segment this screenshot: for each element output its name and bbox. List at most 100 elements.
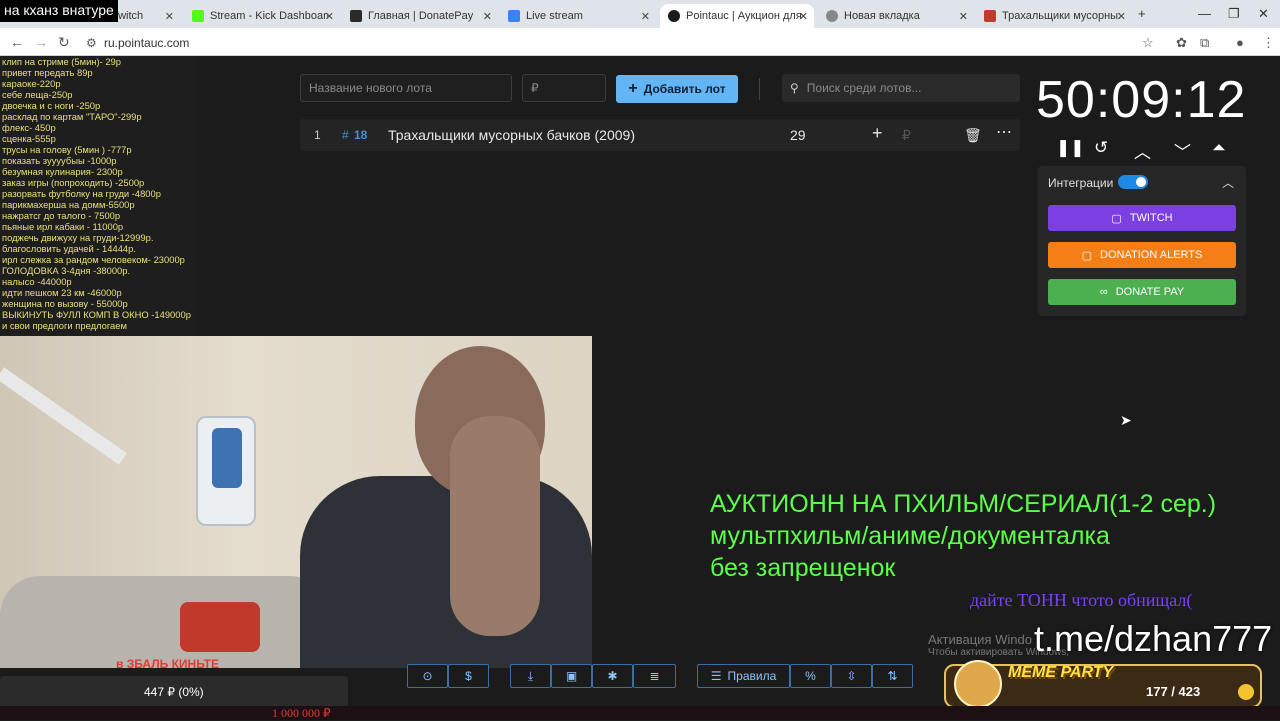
add-amount-icon[interactable]: + bbox=[872, 123, 883, 144]
double-add-time-icon[interactable]: ⏶ bbox=[1212, 138, 1226, 158]
forward-icon[interactable]: → bbox=[34, 34, 48, 50]
coin-icon bbox=[1238, 684, 1254, 700]
add-lot-button[interactable]: + Добавить лот bbox=[616, 75, 738, 103]
price-list-item: нажратсг до талого - 7500р bbox=[2, 210, 121, 221]
red-item bbox=[180, 602, 260, 652]
person-arm bbox=[450, 416, 540, 636]
collapse-icon[interactable]: ︿ bbox=[1222, 174, 1234, 191]
price-list-item: благословить удачей - 14444р. bbox=[2, 243, 136, 254]
search-placeholder: Поиск среди лотов... bbox=[806, 81, 922, 95]
price-list-item: заказ игры (попроходить) -2500р bbox=[2, 177, 145, 188]
save-icon: ▣ bbox=[565, 669, 578, 683]
integrations-toggle[interactable] bbox=[1118, 175, 1148, 189]
dollar-icon: $ bbox=[465, 669, 472, 683]
reload-icon[interactable]: ↻ bbox=[58, 34, 70, 51]
menu-kebab-icon[interactable]: ⋮ bbox=[1262, 35, 1275, 51]
address-bar: ← → ↻ ⚙ ru.pointauc.com ☆ ✿ ⧉ ● ⋮ bbox=[0, 28, 1280, 56]
close-tab-icon[interactable]: ✕ bbox=[1117, 10, 1126, 23]
lot-search-input[interactable]: ⚲ Поиск среди лотов... bbox=[782, 74, 1020, 102]
lot-name[interactable]: Трахальщики мусорных бачков (2009) bbox=[388, 127, 635, 143]
minimize-icon[interactable]: — bbox=[1198, 6, 1211, 21]
download-button[interactable]: ⤓ bbox=[510, 664, 551, 688]
lot-row[interactable]: 1 # 18 Трахальщики мусорных бачков (2009… bbox=[300, 119, 1020, 151]
new-tab-icon[interactable]: + bbox=[1138, 6, 1146, 21]
heater bbox=[196, 416, 256, 526]
add-time-icon[interactable]: ︿ bbox=[1134, 138, 1151, 163]
close-tab-icon[interactable]: ✕ bbox=[641, 10, 650, 23]
price-list-item: парикмахерша на домм-5500р bbox=[2, 199, 135, 210]
kick-icon bbox=[192, 10, 204, 22]
tab-label: Главная | DonatePay bbox=[368, 10, 474, 22]
price-list-item: ВЫКИНУТЬ ФУЛЛ КОМП В ОКНО -149000р bbox=[2, 309, 191, 320]
twitch-button[interactable]: ▢ TWITCH bbox=[1048, 205, 1236, 231]
tab-kick-dashboard[interactable]: Stream - Kick Dashboard ✕ bbox=[184, 4, 340, 28]
price-list-item: клип на стриме (5мин)- 29р bbox=[2, 56, 121, 67]
new-lot-input[interactable]: Название нового лота bbox=[300, 74, 512, 102]
mouse-cursor-icon: ➤ bbox=[1120, 412, 1132, 428]
tab-live-stream[interactable]: Live stream ✕ bbox=[500, 4, 656, 28]
tab-label: Stream - Kick Dashboard bbox=[210, 10, 328, 22]
tab-donatepay[interactable]: Главная | DonatePay ✕ bbox=[342, 4, 498, 28]
percent-button[interactable]: % bbox=[790, 664, 831, 688]
telegram-link: t.me/dzhan777 bbox=[1034, 618, 1273, 659]
hash-icon: # bbox=[342, 128, 349, 142]
ruble-icon[interactable]: ₽ bbox=[902, 127, 911, 144]
close-tab-icon[interactable]: ✕ bbox=[799, 10, 808, 23]
more-options-icon[interactable]: ⋯ bbox=[996, 122, 1012, 142]
goal-amount: 1 000 000 ₽ bbox=[272, 706, 331, 720]
tab-movie[interactable]: Трахальщики мусорных бачк… ✕ bbox=[976, 4, 1132, 28]
donation-alerts-label: DONATION ALERTS bbox=[1100, 249, 1203, 261]
lot-index: 1 bbox=[314, 128, 321, 142]
donatepay-icon bbox=[350, 10, 362, 22]
lot-amount-input[interactable]: ₽ bbox=[522, 74, 606, 102]
donate-button[interactable]: $ bbox=[448, 664, 489, 688]
subtract-time-icon[interactable]: ﹀ bbox=[1174, 138, 1191, 163]
integrations-title: Интеграции bbox=[1048, 176, 1114, 190]
donation-alerts-button[interactable]: ▢ DONATION ALERTS bbox=[1048, 242, 1236, 268]
tab-new[interactable]: Новая вкладка ✕ bbox=[818, 4, 974, 28]
github-button[interactable]: ⊙ bbox=[407, 664, 448, 688]
save-button[interactable]: ▣ bbox=[551, 664, 592, 688]
price-list-item: пьяные ирл кабаки - 11000р bbox=[2, 221, 124, 232]
price-list-item: идти пешком 23 км -46000р bbox=[2, 287, 122, 298]
chrome-icon bbox=[826, 10, 838, 22]
clear-list-icon: ≣ bbox=[649, 669, 660, 683]
price-list-item: и свои предлоги предлогаем bbox=[2, 320, 127, 331]
profile-avatar-icon[interactable]: ● bbox=[1236, 35, 1244, 50]
rules-button[interactable]: ☰ Правила bbox=[697, 664, 790, 688]
url-field[interactable]: ru.pointauc.com bbox=[104, 36, 189, 50]
tab-pointauc[interactable]: Pointauc | Аукцион для стрим… ✕ bbox=[660, 4, 814, 28]
pause-icon[interactable]: ❚❚ bbox=[1056, 138, 1085, 158]
site-info-icon[interactable]: ⚙ bbox=[86, 36, 97, 50]
close-tab-icon[interactable]: ✕ bbox=[325, 10, 334, 23]
person-body bbox=[300, 476, 592, 668]
back-icon[interactable]: ← bbox=[10, 34, 24, 50]
delete-icon[interactable]: 🗑 bbox=[964, 127, 982, 144]
bed bbox=[0, 576, 330, 668]
price-list-item: себе леща-250р bbox=[2, 89, 73, 100]
sort-button[interactable]: ⇅ bbox=[872, 664, 913, 688]
close-tab-icon[interactable]: ✕ bbox=[165, 10, 174, 23]
auction-line: мультпхильм/аниме/документалка bbox=[710, 522, 1110, 550]
extension-icon[interactable]: ✿ bbox=[1176, 35, 1187, 51]
close-tab-icon[interactable]: ✕ bbox=[483, 10, 492, 23]
restore-icon[interactable]: ❐ bbox=[1228, 6, 1240, 22]
price-list-item: показать зуууубыы -1000р bbox=[2, 155, 117, 166]
donatepay-button[interactable]: ∞ DONATE PAY bbox=[1048, 279, 1236, 305]
balance-display: 447 ₽ (0%) bbox=[0, 676, 348, 708]
close-window-icon[interactable]: ✕ bbox=[1258, 6, 1269, 22]
extensions-puzzle-icon[interactable]: ⧉ bbox=[1200, 35, 1209, 51]
add-lot-label: Добавить лот bbox=[643, 82, 726, 96]
percent-icon: % bbox=[805, 669, 816, 683]
sort-icon: ⇅ bbox=[887, 669, 898, 683]
twitch-icon: ▢ bbox=[1111, 212, 1122, 225]
clear-lots-button[interactable]: ≣ bbox=[633, 664, 676, 688]
compact-view-button[interactable]: ⇳ bbox=[831, 664, 872, 688]
bookmark-star-icon[interactable]: ☆ bbox=[1142, 35, 1154, 51]
bug-report-button[interactable]: ✱ bbox=[592, 664, 633, 688]
tab-label: Pointauc | Аукцион для стрим… bbox=[686, 10, 804, 22]
reset-timer-icon[interactable]: ↺ bbox=[1094, 138, 1108, 158]
tab-label: Трахальщики мусорных бачк… bbox=[1002, 10, 1120, 22]
close-tab-icon[interactable]: ✕ bbox=[959, 10, 968, 23]
donate-request-text: дайте ТОНН чтото обнищал( bbox=[970, 590, 1193, 610]
